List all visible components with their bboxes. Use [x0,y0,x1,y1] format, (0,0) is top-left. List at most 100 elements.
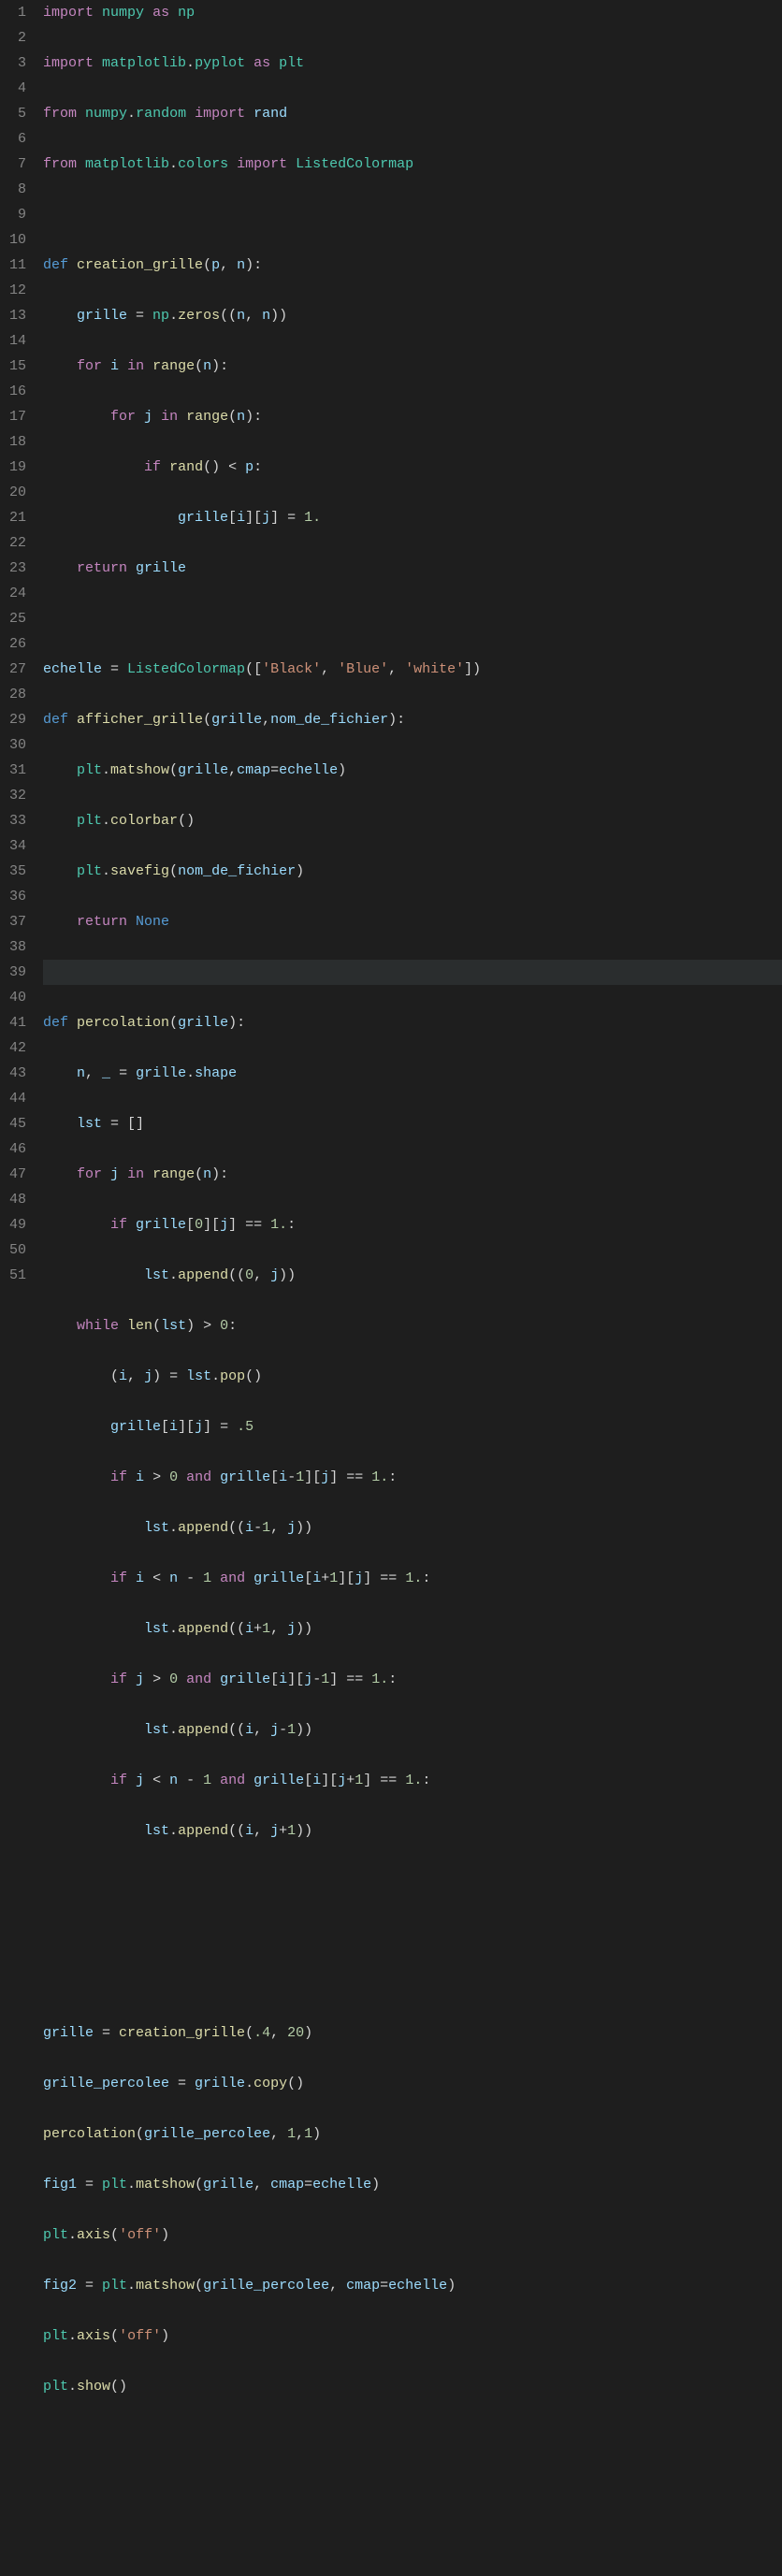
token-var: j [270,1267,279,1283]
token-punc: , [220,257,237,273]
token-punc: ] [270,510,279,526]
code-line[interactable]: grille[i][j] = 1. [43,505,782,530]
code-line[interactable]: from numpy.random import rand [43,101,782,126]
code-line[interactable]: lst.append((i-1, j)) [43,1515,782,1541]
code-line[interactable]: while len(lst) > 0: [43,1313,782,1339]
token-var: grille [178,510,228,526]
code-line[interactable]: def creation_grille(p, n): [43,253,782,278]
code-line[interactable]: echelle = ListedColormap(['Black', 'Blue… [43,657,782,682]
token-op: = [110,1065,136,1081]
code-line[interactable]: n, _ = grille.shape [43,1061,782,1086]
token-op: = [270,762,279,778]
token-var: j [321,1469,329,1485]
code-line[interactable] [43,606,782,631]
token-op [228,156,237,172]
code-line[interactable]: fig1 = plt.matshow(grille, cmap=echelle) [43,2172,782,2197]
code-line[interactable]: if j > 0 and grille[i][j-1] == 1.: [43,1667,782,1692]
code-line[interactable]: lst.append((i, j+1)) [43,1818,782,1844]
code-line[interactable]: plt.axis('off') [43,2222,782,2248]
token-punc: ( [152,1318,161,1334]
code-line[interactable]: plt.show() [43,2374,782,2399]
code-line[interactable] [43,202,782,227]
code-line[interactable]: from matplotlib.colors import ListedColo… [43,152,782,177]
code-line[interactable] [43,2525,782,2551]
code-line[interactable]: grille = creation_grille(.4, 20) [43,2020,782,2046]
code-line[interactable]: for j in range(n): [43,1162,782,1187]
code-line[interactable]: fig2 = plt.matshow(grille_percolee, cmap… [43,2273,782,2298]
code-line[interactable]: plt.savefig(nom_de_fichier) [43,859,782,884]
token-num: 1 [304,2126,312,2142]
code-line[interactable]: (i, j) = lst.pop() [43,1364,782,1389]
code-line[interactable]: grille_percolee = grille.copy() [43,2071,782,2096]
token-punc: ) [447,2278,456,2294]
code-line[interactable]: def percolation(grille): [43,1010,782,1035]
token-punc: , [321,661,338,677]
token-punc: ( [110,2328,119,2344]
token-punc: : [422,1570,430,1586]
token-kw: and [220,1773,245,1788]
token-fn: append [178,1520,228,1536]
code-editor[interactable]: 1234567891011121314151617181920212223242… [0,0,782,2576]
code-line[interactable]: grille = np.zeros((n, n)) [43,303,782,328]
token-op [211,1672,220,1687]
token-var: j [144,1368,152,1384]
code-line[interactable]: if i > 0 and grille[i-1][j] == 1.: [43,1465,782,1490]
code-line[interactable]: def afficher_grille(grille,nom_de_fichie… [43,707,782,732]
code-line[interactable]: return None [43,909,782,934]
code-line[interactable] [43,1970,782,1995]
line-number: 35 [6,859,26,884]
token-op [186,106,195,122]
token-op [169,5,178,21]
code-line[interactable]: plt.matshow(grille,cmap=echelle) [43,758,782,783]
code-line[interactable]: grille[i][j] = .5 [43,1414,782,1440]
code-line[interactable]: for j in range(n): [43,404,782,429]
code-line[interactable]: if rand() < p: [43,455,782,480]
token-op: == [338,1672,371,1687]
code-line[interactable]: import matplotlib.pyplot as plt [43,51,782,76]
code-line[interactable]: return grille [43,556,782,581]
token-op [68,1015,77,1031]
token-op: = [161,1368,186,1384]
token-str: 'off' [119,2227,161,2243]
code-line[interactable] [43,1919,782,1945]
token-op [211,1773,220,1788]
token-punc: ] [363,1773,371,1788]
token-var: i [245,1520,253,1536]
code-line[interactable]: for i in range(n): [43,354,782,379]
token-fn: range [152,1166,195,1182]
token-op: = [169,2076,195,2091]
token-var: j [220,1217,228,1233]
code-line[interactable]: percolation(grille_percolee, 1,1) [43,2121,782,2147]
token-fn: append [178,1267,228,1283]
code-area[interactable]: import numpy as np import matplotlib.pyp… [39,0,782,2576]
code-line[interactable]: plt.axis('off') [43,2323,782,2349]
code-line[interactable] [43,1869,782,1894]
token-punc: . [169,1267,178,1283]
code-line[interactable]: lst.append((0, j)) [43,1263,782,1288]
code-line[interactable] [43,960,782,985]
line-number: 37 [6,909,26,934]
code-line[interactable]: plt.colorbar() [43,808,782,833]
token-punc: (( [228,1267,245,1283]
code-line[interactable]: lst.append((i+1, j)) [43,1616,782,1642]
code-line[interactable]: import numpy as np [43,0,782,25]
code-line[interactable]: if j < n - 1 and grille[i][j+1] == 1.: [43,1768,782,1793]
code-line[interactable]: if grille[0][j] == 1.: [43,1212,782,1237]
code-line[interactable]: if i < n - 1 and grille[i+1][j] == 1.: [43,1566,782,1591]
code-line[interactable]: lst = [] [43,1111,782,1136]
token-punc: . [127,2177,136,2192]
code-line[interactable] [43,2475,782,2500]
token-op [245,55,253,71]
token-var: n [77,1065,85,1081]
token-punc: ][ [338,1570,355,1586]
token-fn: afficher_grille [77,712,203,728]
line-number: 11 [6,253,26,278]
line-number: 40 [6,985,26,1010]
line-number: 51 [6,1263,26,1288]
code-line[interactable]: lst.append((i, j-1)) [43,1717,782,1743]
token-punc: (( [228,1621,245,1637]
code-line[interactable] [43,2424,782,2450]
token-kw: return [77,914,127,930]
token-var: j [262,510,270,526]
token-op: - [279,1722,287,1738]
